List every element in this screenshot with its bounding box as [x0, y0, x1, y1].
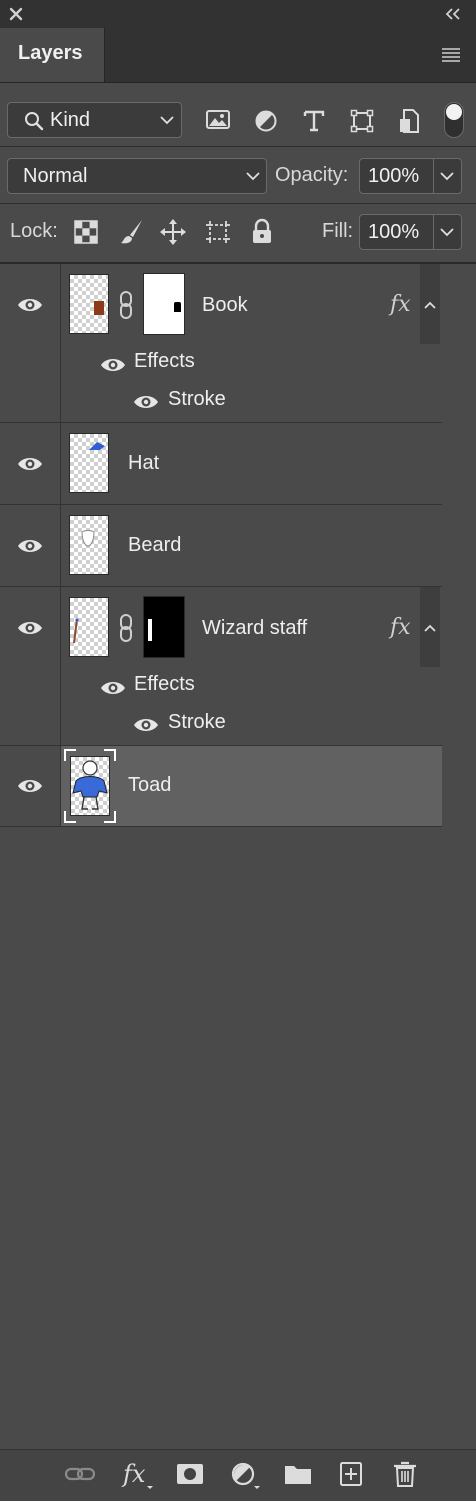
lock-image-pixels-brush-icon[interactable]	[118, 218, 146, 246]
panel-tab-bar: Layers	[0, 28, 476, 83]
fx-icon[interactable]: fx	[121, 1458, 157, 1492]
layer-row-beard[interactable]: Beard	[0, 505, 442, 587]
effects-collapse-toggle[interactable]	[420, 264, 440, 344]
panel-menu-icon[interactable]	[440, 46, 462, 64]
fill-field[interactable]: 100%	[359, 214, 462, 250]
panel-top-bar	[0, 0, 476, 28]
lock-position-move-icon[interactable]	[159, 218, 187, 246]
eye-icon[interactable]	[100, 356, 126, 374]
filter-kind-label: Kind	[50, 109, 91, 131]
filter-pixel-layers-icon[interactable]	[205, 108, 231, 132]
eye-icon[interactable]	[17, 455, 43, 473]
visibility-column	[0, 423, 61, 504]
filter-kind-select[interactable]: Kind	[7, 102, 182, 138]
layer-thumbnail[interactable]	[69, 433, 109, 493]
effects-label[interactable]: Effects	[134, 673, 195, 696]
fx-badge[interactable]: fx	[390, 292, 411, 317]
layers-scrollbar-track[interactable]	[442, 264, 476, 1450]
layers-bottom-toolbar: fx	[0, 1449, 476, 1501]
eye-icon[interactable]	[17, 619, 43, 637]
close-icon[interactable]	[8, 6, 24, 22]
eye-icon[interactable]	[133, 393, 159, 411]
fill-value: 100%	[368, 221, 420, 243]
chevron-down-icon[interactable]	[440, 227, 454, 237]
folder-icon[interactable]	[284, 1462, 312, 1486]
eye-icon[interactable]	[17, 777, 43, 795]
eye-icon[interactable]	[17, 296, 43, 314]
opacity-label: Opacity:	[275, 164, 349, 186]
visibility-column	[0, 587, 61, 745]
visibility-column	[0, 505, 61, 586]
layer-name[interactable]: Beard	[128, 534, 181, 557]
filter-shape-layers-icon[interactable]	[350, 108, 374, 134]
visibility-column	[0, 264, 61, 422]
layer-row-hat[interactable]: Hat	[0, 423, 442, 505]
layer-name[interactable]: Book	[202, 294, 248, 317]
eye-icon[interactable]	[17, 537, 43, 555]
layer-thumbnail[interactable]	[69, 515, 109, 575]
tab-layers-label: Layers	[18, 42, 83, 64]
link-layers-icon[interactable]	[64, 1464, 96, 1484]
search-icon	[24, 111, 44, 131]
blend-mode-value: Normal	[23, 165, 88, 187]
new-layer-icon[interactable]	[339, 1461, 363, 1487]
chevron-down-icon[interactable]	[440, 171, 454, 181]
layer-name[interactable]: Wizard staff	[202, 617, 307, 640]
layer-row-wizard-staff[interactable]: Wizard staff fx Effects Stroke	[0, 587, 442, 746]
add-mask-icon[interactable]	[176, 1462, 204, 1486]
layer-thumbnail-selected-frame[interactable]	[64, 749, 116, 823]
eye-icon[interactable]	[100, 679, 126, 697]
tab-layers[interactable]: Layers	[0, 28, 105, 82]
chevron-down-icon	[160, 115, 174, 125]
layer-row-toad[interactable]: Toad	[0, 746, 442, 827]
collapse-panel-icon[interactable]	[444, 7, 462, 21]
filter-type-layers-icon[interactable]	[302, 108, 326, 134]
lock-label: Lock:	[10, 220, 58, 242]
layer-thumbnail	[70, 756, 110, 816]
fill-label: Fill:	[322, 220, 354, 242]
link-icon[interactable]	[117, 290, 135, 320]
svg-text:fx: fx	[121, 1460, 146, 1488]
layer-thumbnail[interactable]	[69, 597, 109, 657]
layer-mask-thumbnail[interactable]	[143, 273, 185, 335]
filter-toggle-switch[interactable]	[444, 102, 464, 138]
filter-smart-objects-icon[interactable]	[398, 107, 422, 135]
adjustment-layer-icon[interactable]	[230, 1460, 266, 1492]
blend-mode-select[interactable]: Normal	[7, 158, 267, 194]
opacity-field[interactable]: 100%	[359, 158, 462, 194]
layer-mask-thumbnail[interactable]	[143, 596, 185, 658]
layer-name[interactable]: Toad	[128, 774, 171, 797]
layer-name[interactable]: Hat	[128, 452, 159, 475]
lock-artboard-icon[interactable]	[204, 218, 232, 246]
effects-collapse-toggle[interactable]	[420, 587, 440, 667]
trash-icon[interactable]	[392, 1460, 418, 1488]
effects-label[interactable]: Effects	[134, 350, 195, 373]
link-icon[interactable]	[117, 613, 135, 643]
lock-all-icon[interactable]	[250, 218, 274, 246]
layer-thumbnail[interactable]	[69, 274, 109, 334]
stroke-effect-label[interactable]: Stroke	[168, 711, 226, 734]
filter-adjustment-layers-icon[interactable]	[254, 109, 278, 133]
eye-icon[interactable]	[133, 716, 159, 734]
layer-row-book[interactable]: Book fx Effects Stroke	[0, 264, 442, 423]
visibility-column	[0, 746, 61, 826]
stroke-effect-label[interactable]: Stroke	[168, 388, 226, 411]
lock-transparent-pixels-icon[interactable]	[74, 220, 98, 244]
fx-badge[interactable]: fx	[390, 615, 411, 640]
chevron-down-icon	[246, 171, 260, 181]
opacity-value: 100%	[368, 165, 420, 187]
